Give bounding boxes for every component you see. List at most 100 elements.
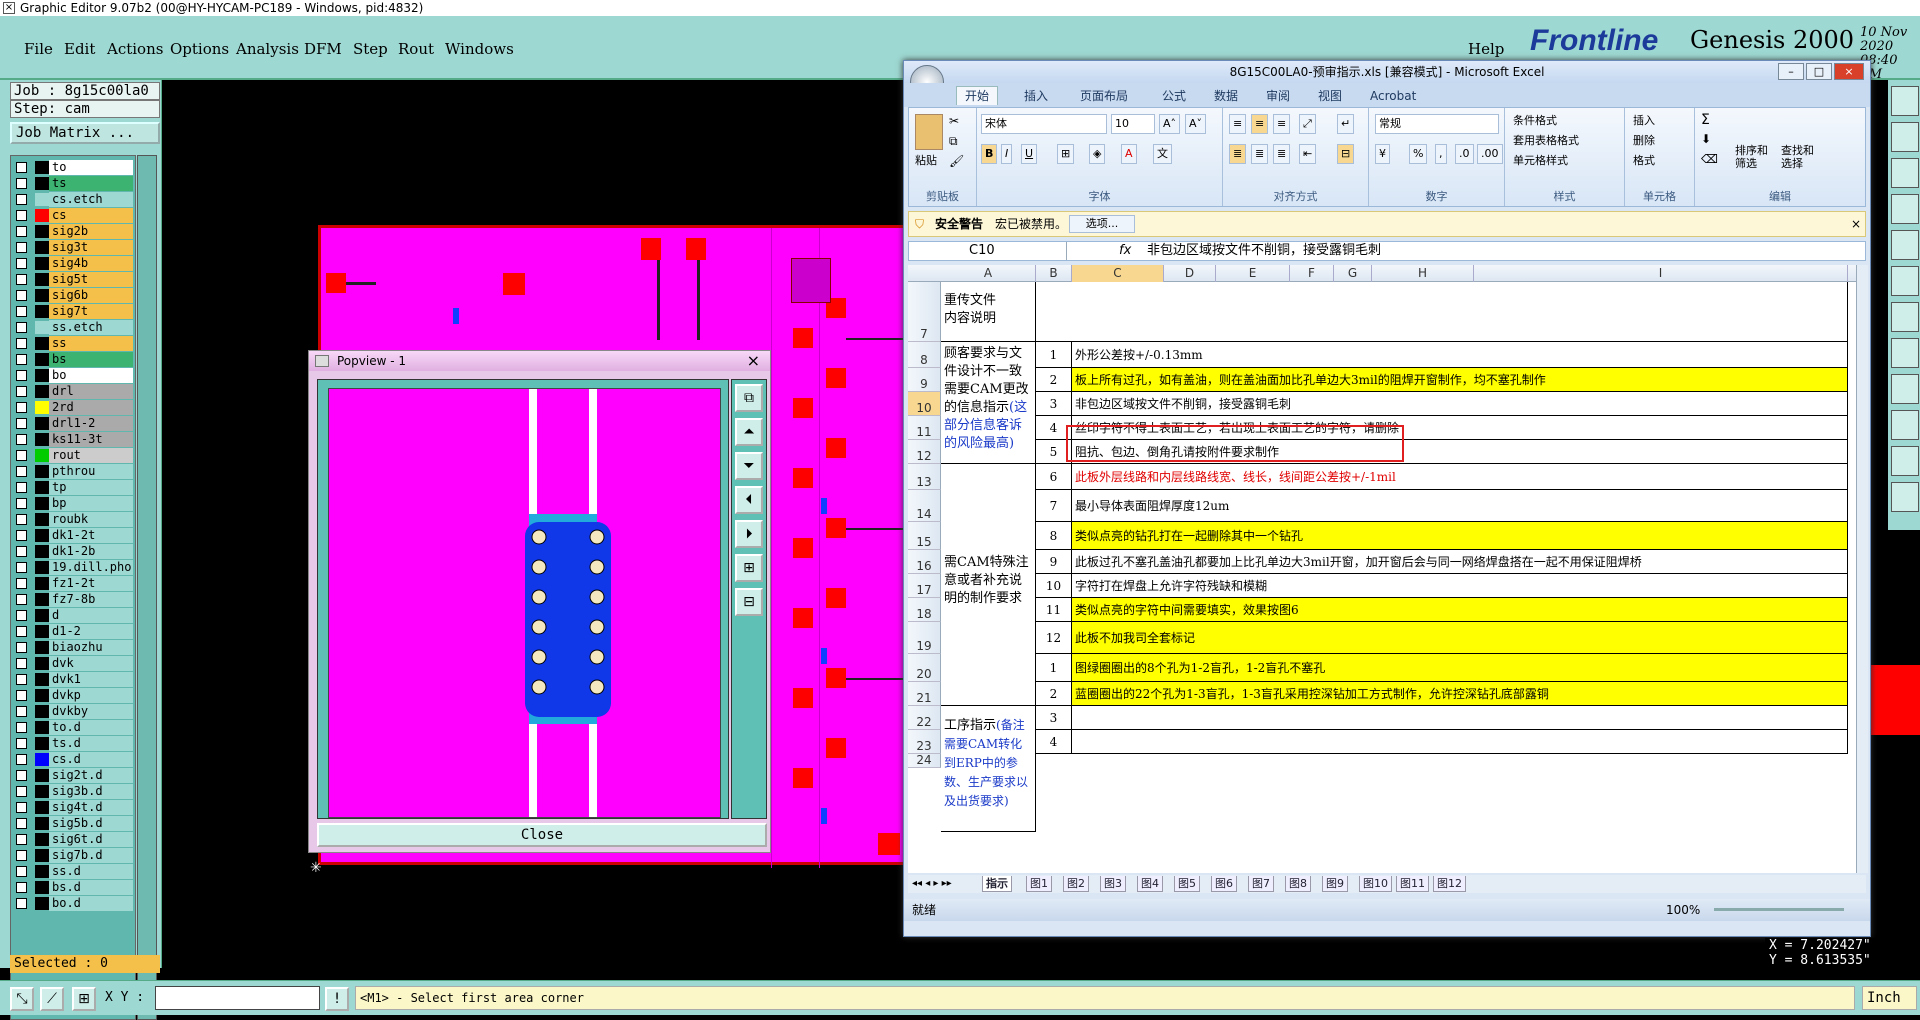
tab-review[interactable]: 审阅 xyxy=(1258,87,1298,105)
layer-name[interactable]: sig6t.d xyxy=(49,832,133,847)
layer-name[interactable]: sig5b.d xyxy=(49,816,133,831)
layer-name[interactable]: to.d xyxy=(49,720,133,735)
layer-name[interactable]: to xyxy=(49,160,133,175)
menu-dfm[interactable]: DFM xyxy=(304,40,342,58)
format-cells-button[interactable]: 格式 xyxy=(1633,152,1655,168)
layer-color-swatch[interactable] xyxy=(35,513,49,526)
layer-color-swatch[interactable] xyxy=(35,545,49,558)
merge-center-icon[interactable]: ⊟ xyxy=(1337,144,1355,164)
layer-checkbox[interactable] xyxy=(16,210,27,221)
layer-row[interactable]: dvk xyxy=(11,656,135,671)
row-header[interactable]: 17 xyxy=(908,574,941,598)
sheet-tab[interactable]: 图10 xyxy=(1359,876,1392,892)
layer-checkbox[interactable] xyxy=(16,594,27,605)
column-header[interactable]: G xyxy=(1334,265,1372,282)
item-text[interactable]: 非包边区域按文件不削铜，接受露铜毛刺 xyxy=(1072,392,1848,416)
layer-row[interactable]: fz7-8b xyxy=(11,592,135,607)
layer-name[interactable]: fz1-2t xyxy=(49,576,133,591)
layer-color-swatch[interactable] xyxy=(35,369,49,382)
row-header[interactable]: 24 xyxy=(908,753,941,768)
layer-row[interactable]: d xyxy=(11,608,135,623)
layer-name[interactable]: 2rd xyxy=(49,400,133,415)
layer-checkbox[interactable] xyxy=(16,674,27,685)
sheet-tab[interactable]: 图11 xyxy=(1396,876,1429,892)
layer-row[interactable]: bo xyxy=(11,368,135,383)
item-number[interactable]: 9 xyxy=(1036,550,1072,574)
layer-color-swatch[interactable] xyxy=(35,737,49,750)
layer-checkbox[interactable] xyxy=(16,530,27,541)
layer-row[interactable]: 19.dill.pho xyxy=(11,560,135,575)
item-text[interactable] xyxy=(1072,730,1848,754)
layer-color-swatch[interactable] xyxy=(35,657,49,670)
layer-name[interactable]: bs xyxy=(49,352,133,367)
excel-close-icon[interactable]: × xyxy=(1834,63,1864,80)
column-header[interactable]: C xyxy=(1072,265,1164,282)
security-options-button[interactable]: 选项... xyxy=(1069,215,1135,233)
layer-name[interactable]: sig5t xyxy=(49,272,133,287)
sheet-tab[interactable]: 图6 xyxy=(1211,876,1237,892)
row-header[interactable]: 14 xyxy=(908,490,941,522)
layer-color-swatch[interactable] xyxy=(35,481,49,494)
cut-icon[interactable]: ✂ xyxy=(949,114,959,128)
layer-name[interactable]: sig7b.d xyxy=(49,848,133,863)
layer-name[interactable]: sig4t.d xyxy=(49,800,133,815)
layer-checkbox[interactable] xyxy=(16,226,27,237)
layer-color-swatch[interactable] xyxy=(35,305,49,318)
tab-view[interactable]: 视图 xyxy=(1310,87,1350,105)
layer-row[interactable]: tp xyxy=(11,480,135,495)
layer-name[interactable]: ss xyxy=(49,336,133,351)
menu-options[interactable]: Options xyxy=(170,40,229,58)
row-header[interactable]: 22 xyxy=(908,706,941,730)
bold-button[interactable]: B xyxy=(981,144,998,164)
layer-name[interactable]: rout xyxy=(49,448,133,463)
row-header[interactable]: 10 xyxy=(908,392,941,416)
item-number[interactable]: 7 xyxy=(1036,490,1072,522)
tab-formulas[interactable]: 公式 xyxy=(1154,87,1194,105)
menu-actions[interactable]: Actions xyxy=(107,40,163,58)
layer-row[interactable]: dvkby xyxy=(11,704,135,719)
layer-color-swatch[interactable] xyxy=(35,753,49,766)
comma-icon[interactable]: , xyxy=(1435,144,1447,164)
layer-name[interactable]: dk1-2t xyxy=(49,528,133,543)
layer-name[interactable]: ks11-3t xyxy=(49,432,133,447)
layer-list-scrollbar[interactable] xyxy=(137,155,157,1020)
conditional-format-button[interactable]: 条件格式 xyxy=(1513,112,1557,128)
layer-name[interactable]: sig4b xyxy=(49,256,133,271)
layer-row[interactable]: drl1-2 xyxy=(11,416,135,431)
find-select-button[interactable]: 查找和 选择 xyxy=(1781,144,1814,170)
layer-name[interactable]: sig3b.d xyxy=(49,784,133,799)
layer-color-swatch[interactable] xyxy=(35,577,49,590)
layer-row[interactable]: ts xyxy=(11,176,135,191)
sheet-nav-icons[interactable]: ◂◂ ◂ ▸ ▸▸ xyxy=(912,875,952,893)
layer-row[interactable]: sig3t xyxy=(11,240,135,255)
item-text[interactable]: 此板外层线路和内层线路线宽、线长，线间距公差按+/-1mil xyxy=(1072,464,1848,490)
layer-name[interactable]: ss.etch xyxy=(49,320,133,335)
item-number[interactable]: 11 xyxy=(1036,598,1072,622)
column-header[interactable]: E xyxy=(1216,265,1290,282)
decrease-indent-icon[interactable]: ⇤ xyxy=(1299,144,1317,164)
layer-checkbox[interactable] xyxy=(16,834,27,845)
paste-icon[interactable] xyxy=(915,114,943,150)
layer-row[interactable]: dvkp xyxy=(11,688,135,703)
layer-row[interactable]: drl xyxy=(11,384,135,399)
column-header[interactable]: A xyxy=(941,265,1036,282)
font-size-select[interactable]: 10 xyxy=(1111,114,1155,134)
layer-name[interactable]: sig3t xyxy=(49,240,133,255)
item-text[interactable]: 此板不加我司全套标记 xyxy=(1072,622,1848,654)
layer-color-swatch[interactable] xyxy=(35,497,49,510)
layer-color-swatch[interactable] xyxy=(35,609,49,622)
sheet-tab[interactable]: 图1 xyxy=(1026,876,1052,892)
sheet-tab[interactable]: 图2 xyxy=(1063,876,1089,892)
layer-name[interactable]: d xyxy=(49,608,133,623)
column-header[interactable]: F xyxy=(1290,265,1334,282)
pan-up-icon[interactable]: ⏶ xyxy=(735,418,763,446)
column-header[interactable]: H xyxy=(1372,265,1474,282)
layer-color-swatch[interactable] xyxy=(35,801,49,814)
fx-icon[interactable]: fx xyxy=(1119,242,1131,260)
layer-row[interactable]: ks11-3t xyxy=(11,432,135,447)
layer-color-swatch[interactable] xyxy=(35,289,49,302)
layer-color-swatch[interactable] xyxy=(35,561,49,574)
zoom-out-icon[interactable]: ⊟ xyxy=(735,588,763,616)
layer-checkbox[interactable] xyxy=(16,642,27,653)
layer-name[interactable]: drl1-2 xyxy=(49,416,133,431)
